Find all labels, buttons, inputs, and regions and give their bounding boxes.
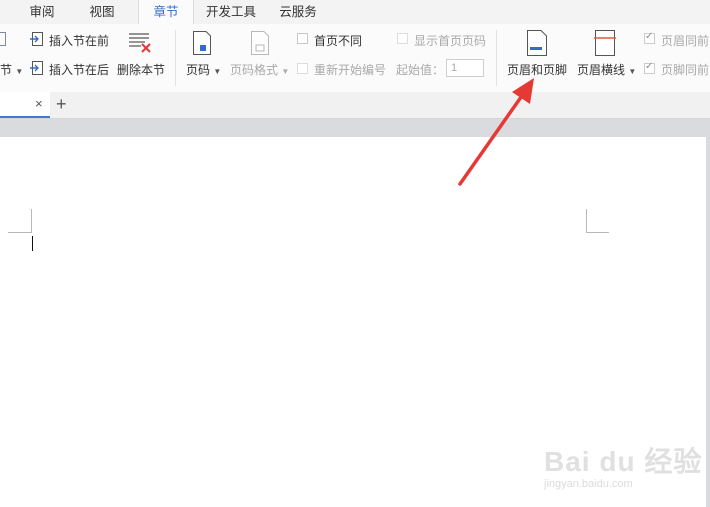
show-first-page-number-label: 显示首页页码 (414, 34, 487, 48)
watermark-url: jingyan.baidu.com (544, 478, 633, 490)
menu-bar: 审阅 视图 章节 开发工具 云服务 (0, 0, 710, 25)
section-icon (0, 32, 6, 46)
margin-corner-right (586, 232, 609, 233)
header-footer-icon (526, 30, 548, 56)
insert-section-after-button[interactable]: 插入节在后 (49, 61, 109, 78)
document-tab-strip (0, 92, 710, 119)
new-tab-plus-icon[interactable]: + (56, 93, 67, 115)
header-line-icon (594, 30, 616, 56)
watermark-logo: Bai du 经验 (544, 446, 703, 477)
ribbon-toolbar: 节 ▼ 插入节在前 插入节在后 删除本节 页码 ▼ 页码格式 ▼ 首页不同 显示… (0, 24, 710, 93)
first-page-different-checkbox[interactable] (297, 33, 308, 44)
page-number-format-button[interactable]: 页码格式 ▼ (230, 61, 289, 78)
same-header-as-previous-label: 页眉同前 (661, 34, 710, 48)
annotation-arrow-icon (458, 78, 534, 186)
page-number-format-icon (250, 31, 270, 55)
tab-view[interactable]: 视图 (82, 0, 122, 24)
restart-numbering-checkbox[interactable] (297, 63, 308, 74)
same-footer-as-previous-checkbox[interactable] (644, 61, 655, 74)
header-line-button[interactable]: 页眉横线 ▼ (577, 61, 636, 78)
document-tab[interactable]: × (0, 92, 50, 118)
delete-section-button[interactable]: 删除本节 (117, 61, 165, 78)
section-nav-button[interactable]: 节 ▼ (0, 61, 23, 78)
text-cursor (32, 236, 33, 251)
margin-corner-left (31, 209, 32, 233)
tab-cloud-service[interactable]: 云服务 (272, 0, 324, 24)
tab-developer-tools[interactable]: 开发工具 (200, 0, 262, 24)
first-page-different-label: 首页不同 (314, 34, 363, 48)
show-first-page-number-checkbox[interactable] (397, 33, 408, 44)
insert-section-after-icon (30, 61, 44, 75)
insert-section-before-icon (30, 32, 44, 46)
page-number-icon (192, 31, 212, 55)
same-footer-as-previous-label: 页脚同前 (661, 63, 710, 77)
page-number-button[interactable]: 页码 ▼ (186, 61, 221, 78)
insert-section-before-button[interactable]: 插入节在前 (49, 32, 109, 49)
start-value-label: 起始值： (396, 63, 445, 77)
ribbon-separator (175, 30, 176, 86)
same-header-as-previous-checkbox[interactable] (644, 31, 655, 44)
restart-numbering-label: 重新开始编号 (314, 63, 387, 77)
margin-corner-right (586, 209, 587, 233)
close-tab-icon[interactable]: × (35, 96, 43, 111)
margin-corner-left (8, 232, 31, 233)
tab-section[interactable]: 章节 (138, 0, 194, 25)
tab-review[interactable]: 审阅 (22, 0, 62, 24)
delete-section-icon (127, 30, 153, 54)
